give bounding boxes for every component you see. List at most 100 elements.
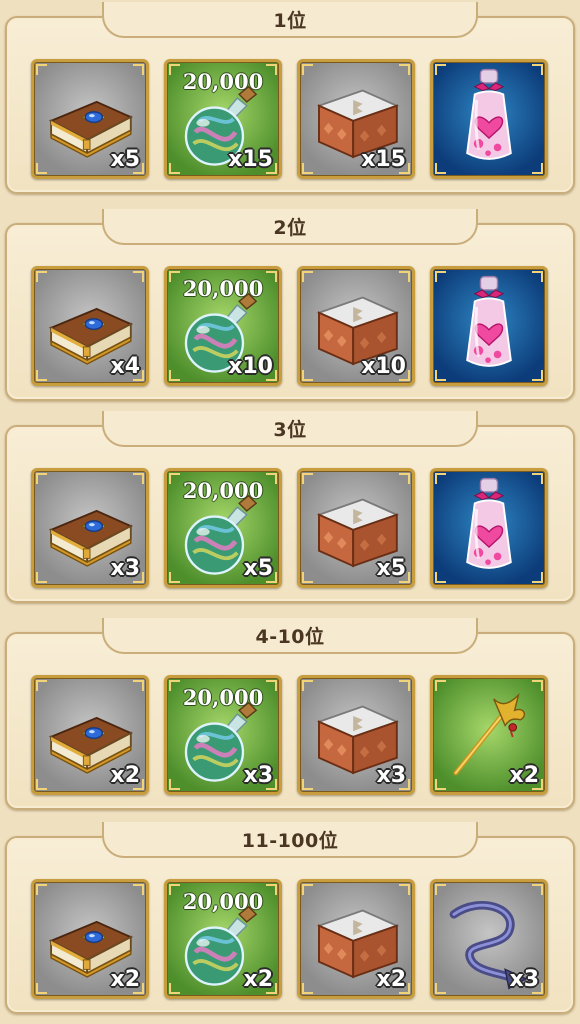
reward-items: x2 20,000 x3 x3 x2 (31, 675, 555, 795)
reward-item-chest[interactable]: x15 (297, 59, 415, 179)
reward-item-chest[interactable]: x5 (297, 468, 415, 588)
frame-corner (36, 884, 47, 895)
frame-corner (435, 271, 446, 282)
frame-corner (435, 163, 446, 174)
reward-item-tail[interactable]: x3 (430, 879, 548, 999)
ranking-rewards-list: 1位 x5 20,000 x15 x15 2位 x4 20,000 x10 x10 … (0, 0, 580, 1024)
frame-corner (399, 64, 410, 75)
frame-corner (532, 271, 543, 282)
reward-item-book[interactable]: x4 (31, 266, 149, 386)
frame-corner (36, 473, 47, 484)
frame-corner (169, 473, 180, 484)
frame-corner (266, 983, 277, 994)
frame-corner (36, 680, 47, 691)
amount-label: 20,000 (182, 276, 264, 301)
frame-corner (266, 473, 277, 484)
frame-corner (169, 64, 180, 75)
frame-corner (266, 572, 277, 583)
frame-corner (36, 983, 47, 994)
reward-tier-4-10: 4-10位 x2 20,000 x3 x3 x2 (5, 618, 575, 810)
frame-corner (399, 370, 410, 381)
frame-corner (133, 779, 144, 790)
frame-corner (399, 680, 410, 691)
frame-corner (399, 163, 410, 174)
reward-tier-2: 2位 x4 20,000 x10 x10 (5, 209, 575, 401)
frame-corner (266, 64, 277, 75)
reward-item-potion[interactable]: 20,000 x2 (164, 879, 282, 999)
amount-label: 20,000 (182, 889, 264, 914)
reward-items: x4 20,000 x10 x10 (31, 266, 555, 386)
frame-corner (435, 64, 446, 75)
frame-corner (266, 884, 277, 895)
frame-corner (399, 572, 410, 583)
amount-label: 20,000 (182, 69, 264, 94)
frame-corner (133, 680, 144, 691)
frame-corner (435, 983, 446, 994)
frame-corner (169, 884, 180, 895)
frame-corner (36, 64, 47, 75)
frame-corner (36, 779, 47, 790)
frame-corner (36, 163, 47, 174)
reward-item-perfume[interactable] (430, 266, 548, 386)
frame-corner (133, 572, 144, 583)
heart-perfume-bottle-icon (466, 477, 512, 569)
frame-corner (302, 163, 313, 174)
frame-corner (169, 779, 180, 790)
frame-corner (169, 983, 180, 994)
reward-item-chest[interactable]: x3 (297, 675, 415, 795)
frame-corner (399, 779, 410, 790)
reward-item-staff[interactable]: x2 (430, 675, 548, 795)
frame-corner (266, 271, 277, 282)
frame-corner (36, 370, 47, 381)
reward-item-book[interactable]: x2 (31, 675, 149, 795)
frame-corner (532, 572, 543, 583)
frame-corner (266, 779, 277, 790)
reward-tier-3: 3位 x3 20,000 x5 x5 (5, 411, 575, 603)
frame-corner (399, 271, 410, 282)
frame-corner (532, 983, 543, 994)
frame-corner (133, 473, 144, 484)
frame-corner (302, 473, 313, 484)
frame-corner (302, 680, 313, 691)
frame-corner (532, 163, 543, 174)
frame-corner (133, 370, 144, 381)
reward-tier-11-100: 11-100位 x2 20,000 x2 x2 x3 (5, 822, 575, 1014)
reward-item-potion[interactable]: 20,000 x15 (164, 59, 282, 179)
reward-item-potion[interactable]: 20,000 x10 (164, 266, 282, 386)
frame-corner (302, 64, 313, 75)
reward-item-perfume[interactable] (430, 59, 548, 179)
frame-corner (532, 884, 543, 895)
rank-label: 3位 (102, 411, 478, 447)
frame-corner (302, 572, 313, 583)
reward-item-potion[interactable]: 20,000 x3 (164, 675, 282, 795)
reward-item-chest[interactable]: x2 (297, 879, 415, 999)
frame-corner (435, 572, 446, 583)
reward-tier-1: 1位 x5 20,000 x15 x15 (5, 2, 575, 194)
frame-corner (169, 163, 180, 174)
frame-corner (435, 680, 446, 691)
frame-corner (133, 983, 144, 994)
frame-corner (302, 271, 313, 282)
frame-corner (399, 473, 410, 484)
frame-corner (133, 163, 144, 174)
reward-item-potion[interactable]: 20,000 x5 (164, 468, 282, 588)
reward-items: x2 20,000 x2 x2 x3 (31, 879, 555, 999)
amount-label: 20,000 (182, 685, 264, 710)
frame-corner (133, 64, 144, 75)
rank-label: 1位 (102, 2, 478, 38)
frame-corner (532, 779, 543, 790)
heart-perfume-bottle-icon (466, 275, 512, 367)
rank-label: 4-10位 (102, 618, 478, 654)
frame-corner (302, 983, 313, 994)
frame-corner (399, 884, 410, 895)
frame-corner (302, 779, 313, 790)
reward-item-book[interactable]: x2 (31, 879, 149, 999)
reward-item-chest[interactable]: x10 (297, 266, 415, 386)
frame-corner (302, 884, 313, 895)
rank-label: 11-100位 (102, 822, 478, 858)
frame-corner (532, 370, 543, 381)
reward-item-book[interactable]: x5 (31, 59, 149, 179)
reward-item-book[interactable]: x3 (31, 468, 149, 588)
reward-item-perfume[interactable] (430, 468, 548, 588)
rank-label: 2位 (102, 209, 478, 245)
